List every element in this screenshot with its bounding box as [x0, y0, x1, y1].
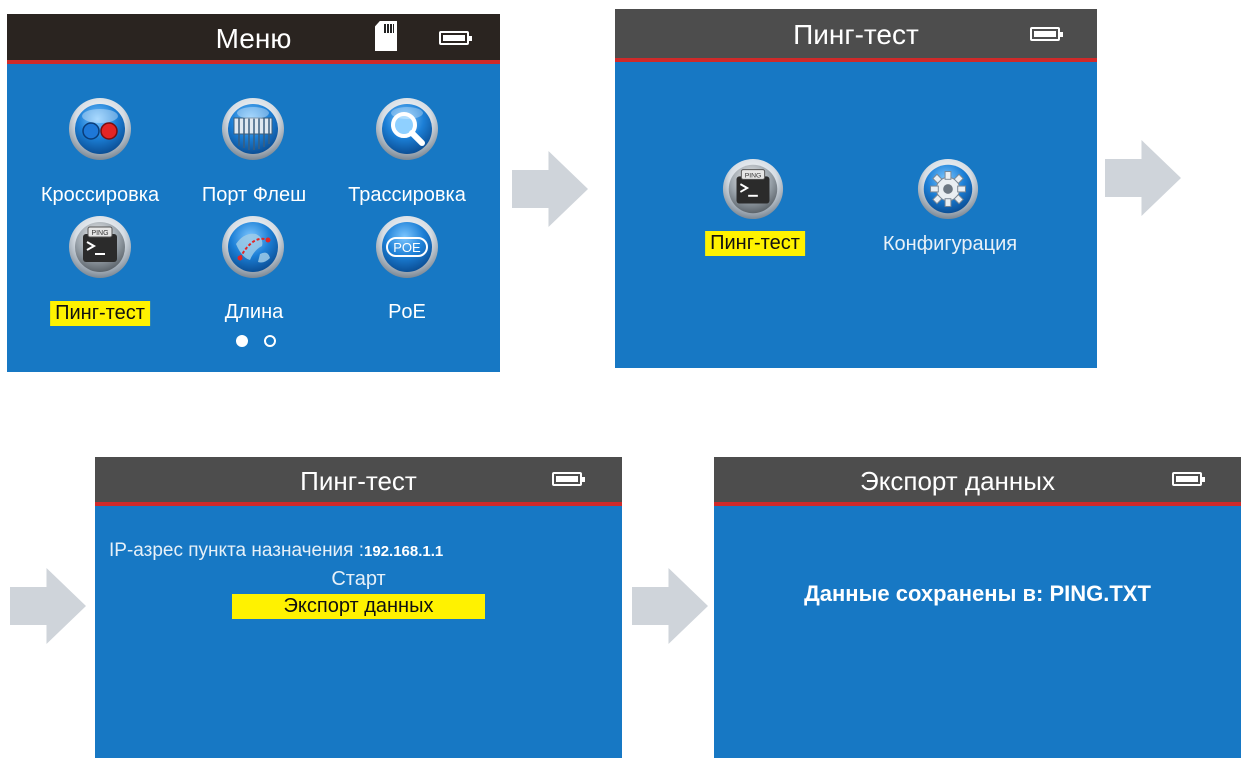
menu-item-label-poe: PoE	[388, 301, 426, 323]
menu-item-label-tracing: Трассировка	[348, 184, 466, 206]
flow-arrow-3	[10, 568, 86, 644]
ping-options-titlebar: Пинг-тест	[95, 457, 622, 506]
globe-length-icon	[222, 216, 284, 278]
magnifier-icon	[376, 98, 438, 160]
ping-badge-text: PING	[91, 230, 108, 237]
port-flash-icon	[222, 98, 284, 160]
flow-arrow-4	[632, 568, 708, 644]
export-message: Данные сохранены в: PING.TXT	[804, 581, 1151, 606]
export-option[interactable]: Экспорт данных	[232, 594, 485, 619]
submenu-item-label-configuration: Конфигурация	[882, 233, 1018, 255]
export-screen: Экспорт данных Данные сохранены в: PING.…	[714, 457, 1241, 758]
ping-submenu-titlebar: Пинг-тест	[615, 9, 1097, 62]
flow-arrow-1	[512, 151, 588, 227]
poe-badge-text: POE	[393, 240, 421, 255]
sd-card-icon	[375, 21, 397, 51]
menu-item-label-port-flash: Порт Флеш	[201, 184, 307, 206]
ping-submenu-screen: Пинг-тест PING Пинг-тест Конфигурация	[615, 9, 1097, 368]
ping-icon: PING	[69, 216, 131, 278]
export-titlebar: Экспорт данных	[714, 457, 1241, 506]
battery-icon	[1030, 27, 1063, 41]
page-dot-active[interactable]	[236, 335, 248, 347]
export-title: Экспорт данных	[860, 466, 1055, 496]
ping-options-screen: Пинг-тест IP-азрес пункта назначения :19…	[95, 457, 622, 758]
ip-address-value: 192.168.1.1	[364, 543, 444, 560]
menu-item-label-wiremap: Кроссировка	[40, 184, 160, 206]
menu-titlebar: Меню	[7, 14, 500, 64]
ping-submenu-title: Пинг-тест	[793, 19, 919, 50]
menu-screen: Меню Кроссировка Порт Флеш Трассировка P…	[7, 14, 500, 372]
battery-icon	[439, 31, 472, 45]
ping-icon: PING	[722, 158, 784, 220]
menu-item-label-length: Длина	[224, 301, 284, 323]
submenu-item-label-ping-test: Пинг-тест	[705, 231, 805, 256]
flow-arrow-2	[1105, 140, 1181, 216]
export-option-label: Экспорт данных	[283, 595, 434, 617]
ping-options-title: Пинг-тест	[300, 466, 417, 496]
menu-title: Меню	[215, 23, 292, 54]
poe-icon: POE	[376, 216, 438, 278]
page-dot-inactive[interactable]	[264, 335, 276, 347]
start-option[interactable]: Старт	[95, 568, 622, 591]
ip-address-row[interactable]: IP-азрес пункта назначения :192.168.1.1	[95, 539, 622, 562]
menu-item-label-ping-test: Пинг-тест	[50, 301, 150, 326]
ip-address-label: IP-азрес пункта назначения :	[109, 540, 365, 561]
start-option-label: Старт	[331, 568, 386, 590]
gear-icon	[917, 158, 979, 220]
battery-icon	[552, 472, 585, 486]
wiremap-icon	[69, 98, 131, 160]
ping-badge-text: PING	[745, 172, 762, 179]
battery-icon	[1172, 472, 1205, 486]
